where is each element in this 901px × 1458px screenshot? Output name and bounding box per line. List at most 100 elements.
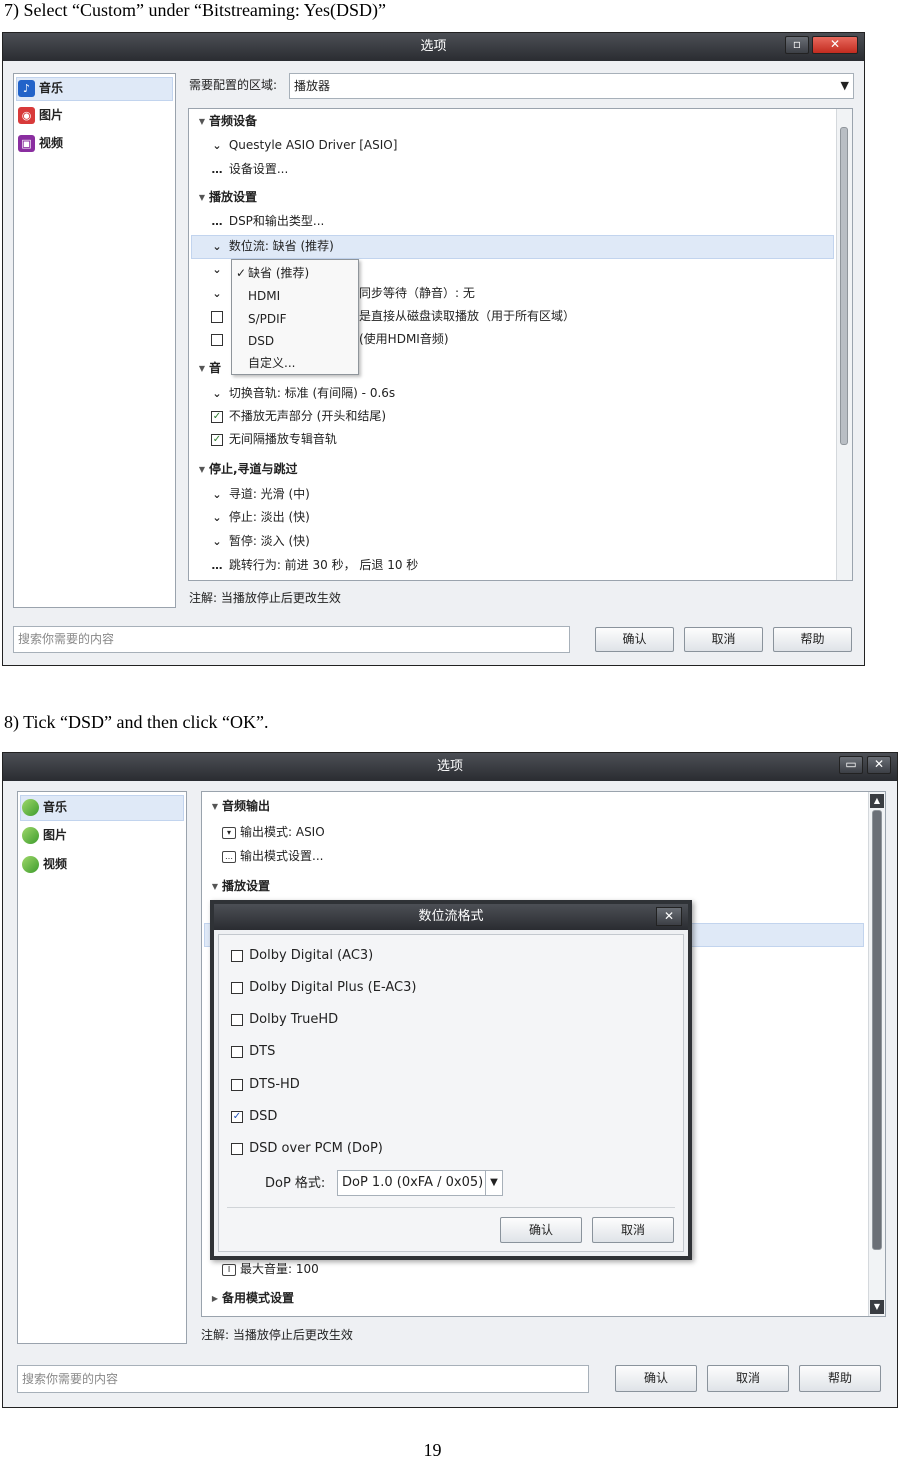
chevron-down-icon: ⌄ — [212, 287, 222, 300]
group-audio-device[interactable]: ▼ 音频设备 — [195, 113, 257, 130]
scrollbar-thumb[interactable] — [840, 127, 848, 445]
nav-item-video[interactable]: 视频 — [22, 856, 67, 873]
stop-setting[interactable]: ⌄ 停止: 淡出 (快) — [209, 509, 309, 526]
nav-item-video[interactable]: ▣ 视频 — [18, 135, 63, 152]
cancel-button[interactable]: 取消 — [707, 1365, 789, 1392]
dialog-ok-button[interactable]: 确认 — [500, 1217, 582, 1243]
ok-button[interactable]: 确认 — [595, 627, 674, 652]
chevron-down-icon: ⌄ — [212, 240, 222, 253]
row4-tail: 同步等待（静音）: 无 — [359, 286, 475, 300]
nav-item-music[interactable]: 音乐 — [22, 799, 67, 816]
option-dts-hd[interactable]: DTS-HD — [229, 1076, 300, 1093]
scrollbar-thumb[interactable] — [872, 810, 882, 1250]
skip-setting[interactable]: … 跳转行为: 前进 30 秒， 后退 10 秒 — [209, 557, 419, 574]
vertical-scrollbar[interactable]: ▲ ▼ — [868, 792, 885, 1316]
dop-format-label: DoP 格式: — [265, 1176, 326, 1191]
chevron-down-icon: ▼ — [485, 1171, 502, 1195]
menu-item-custom[interactable]: 自定义... — [232, 354, 358, 372]
ellipsis-icon: … — [211, 215, 223, 228]
menu-item-hdmi[interactable]: HDMI — [232, 287, 358, 305]
maximize-icon: ▫ — [792, 37, 802, 51]
search-input[interactable]: 搜索你需要的内容 — [17, 1365, 589, 1393]
chevron-down-icon: ⌄ — [212, 488, 222, 501]
option-dop[interactable]: DSD over PCM (DoP) — [229, 1140, 383, 1157]
dialog-cancel-button[interactable]: 取消 — [592, 1217, 674, 1243]
help-button[interactable]: 帮助 — [773, 627, 852, 652]
nav-item-pictures[interactable]: 图片 — [22, 827, 67, 844]
dsp-settings[interactable]: … DSP和输出类型... — [209, 213, 325, 230]
page-number: 19 — [423, 1440, 442, 1458]
collapse-triangle-icon: ▼ — [198, 465, 206, 474]
group-playback[interactable]: ▼ 播放设置 — [208, 878, 270, 895]
close-icon: ✕ — [663, 909, 675, 923]
settings-tree: ▼ 音频设备 ⌄ Questyle ASIO Driver [ASIO] … 设备… — [188, 108, 853, 581]
driver-selector[interactable]: ⌄ Questyle ASIO Driver [ASIO] — [209, 137, 397, 154]
chevron-down-icon: ⌄ — [212, 535, 222, 548]
hidden-option-row-3[interactable]: ⌄ — [209, 261, 225, 278]
menu-item-spdif[interactable]: S/PDIF — [232, 310, 358, 328]
maximize-button[interactable]: ▭ — [839, 756, 863, 774]
search-input[interactable]: 搜索你需要的内容 — [13, 626, 570, 653]
row6-tail: (使用HDMI音频) — [359, 332, 449, 346]
hidden-option-row-4[interactable]: ⌄ — [209, 285, 225, 302]
collapse-triangle-icon: ▼ — [198, 193, 206, 202]
group-track-partial[interactable]: ▼ 音 — [195, 360, 221, 377]
skip-silence-checkbox[interactable]: ✓ 不播放无声部分 (开头和结尾) — [209, 408, 386, 425]
option-dsd[interactable]: ✓ DSD — [229, 1108, 277, 1125]
zone-select[interactable]: 播放器 ▼ — [289, 73, 854, 99]
video-category-icon — [22, 856, 39, 873]
option-dts[interactable]: DTS — [229, 1043, 275, 1060]
dop-format-select[interactable]: DoP 1.0 (0xFA / 0x05) ▼ — [337, 1170, 503, 1196]
dialog-title: 数位流格式 — [418, 909, 484, 924]
ellipsis-icon: … — [211, 163, 223, 176]
checkbox-icon — [211, 333, 223, 346]
ok-button[interactable]: 确认 — [615, 1365, 697, 1392]
max-volume-setting[interactable]: I 最大音量: 100 — [222, 1261, 319, 1278]
chevron-down-icon: ▼ — [840, 79, 849, 92]
scroll-down-arrow[interactable]: ▼ — [870, 1300, 884, 1314]
option-dolby-truehd[interactable]: Dolby TrueHD — [229, 1011, 338, 1028]
seek-setting[interactable]: ⌄ 寻道: 光滑 (中) — [209, 486, 309, 503]
option-dolby-digital-plus[interactable]: Dolby Digital Plus (E-AC3) — [229, 979, 416, 996]
menu-item-default[interactable]: ✓ 缺省 (推荐) — [232, 264, 358, 282]
scroll-up-arrow[interactable]: ▲ — [870, 794, 884, 808]
vertical-scrollbar[interactable] — [836, 109, 852, 580]
output-mode-settings[interactable]: … 输出模式设置... — [222, 848, 323, 865]
title-bar: 选项 ▫ ✕ — [3, 33, 864, 61]
nav-item-music[interactable]: ♪ 音乐 — [18, 80, 63, 97]
camera-icon: ◉ — [18, 107, 35, 124]
output-mode-selector[interactable]: ▾ 输出模式: ASIO — [222, 824, 325, 841]
step7-caption: 7) Select “Custom” under “Bitstreaming: … — [4, 0, 386, 20]
nav-item-pictures[interactable]: ◉ 图片 — [18, 107, 63, 124]
hidden-checkbox-row-5[interactable] — [209, 308, 225, 325]
option-dolby-digital[interactable]: Dolby Digital (AC3) — [229, 947, 373, 964]
help-button[interactable]: 帮助 — [799, 1365, 881, 1392]
cancel-button[interactable]: 取消 — [684, 627, 763, 652]
gapless-checkbox[interactable]: ✓ 无间隔播放专辑音轨 — [209, 431, 337, 448]
checkbox-icon — [231, 949, 243, 962]
maximize-button[interactable]: ▫ — [785, 36, 809, 54]
menu-item-dsd[interactable]: DSD — [232, 332, 358, 350]
bitstream-format-dialog: 数位流格式 ✕ Dolby Digital (AC3) Dolby Digita… — [210, 900, 692, 1260]
chevron-down-icon: ⌄ — [212, 263, 222, 276]
chevron-down-icon: ⌄ — [212, 387, 222, 400]
group-backup-mode[interactable]: ▶ 备用模式设置 — [208, 1290, 294, 1307]
group-playback[interactable]: ▼ 播放设置 — [195, 189, 257, 206]
bitstream-dropdown-menu: ✓ 缺省 (推荐) HDMI S/PDIF DSD 自定义... — [231, 259, 359, 375]
checkbox-checked-icon: ✓ — [211, 410, 223, 423]
options-window-2: 选项 ▭ ✕ 音乐 图片 视频 ▼ 音频输出 ▾ 输出模式: ASIO … 输出模式设… — [2, 752, 898, 1408]
device-settings[interactable]: … 设备设置... — [209, 161, 289, 178]
pause-setting[interactable]: ⌄ 暂停: 淡入 (快) — [209, 533, 309, 550]
hidden-checkbox-row-6[interactable] — [209, 331, 225, 348]
group-stop-seek[interactable]: ▼ 停止,寻道与跳过 — [195, 461, 298, 478]
group-audio-output[interactable]: ▼ 音频输出 — [208, 798, 270, 815]
close-button[interactable]: ✕ — [867, 756, 891, 774]
dialog-close-button[interactable]: ✕ — [656, 907, 682, 926]
switch-track-setting[interactable]: ⌄ 切换音轨: 标准 (有间隔) - 0.6s — [209, 385, 395, 402]
zone-label: 需要配置的区域: — [189, 78, 278, 92]
film-icon: ▣ — [18, 135, 35, 152]
bitstream-selector[interactable]: ⌄ 数位流: 缺省 (推荐) — [209, 238, 333, 255]
close-icon: ✕ — [873, 757, 885, 771]
close-button[interactable]: ✕ — [812, 36, 858, 54]
chevron-down-icon: ⌄ — [212, 139, 222, 152]
